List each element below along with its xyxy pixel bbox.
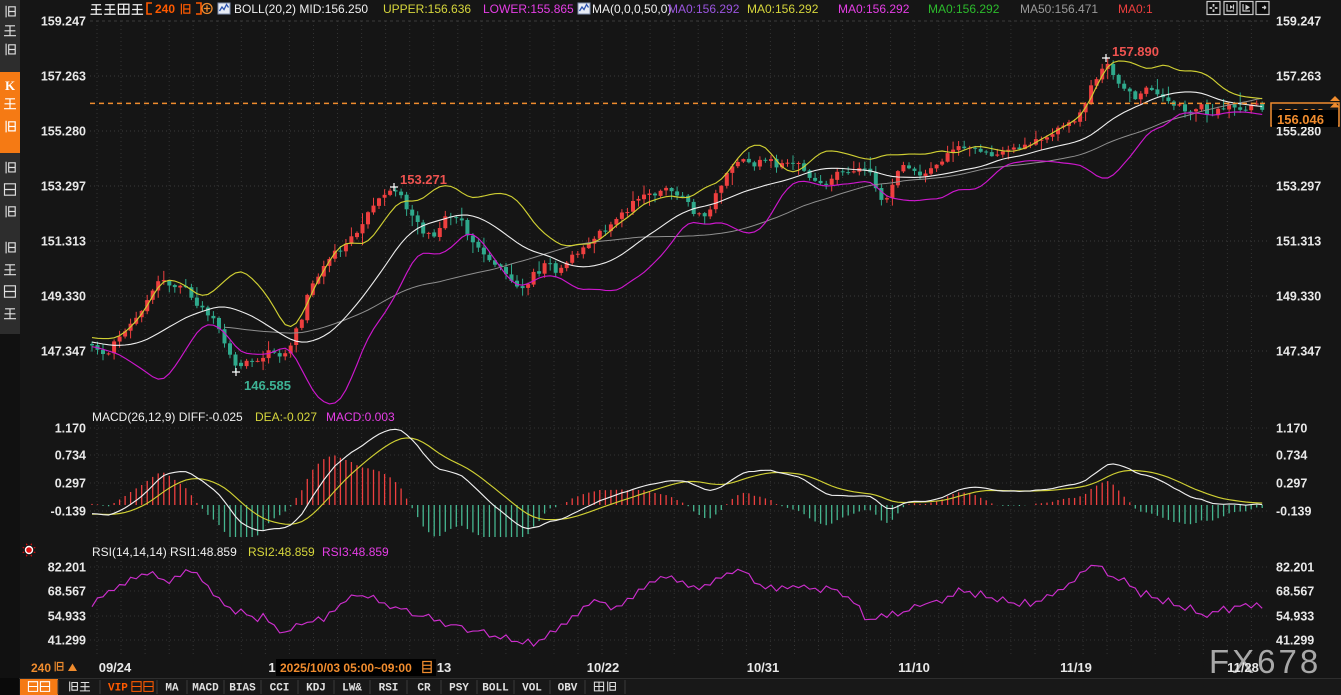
- svg-text:11/19: 11/19: [1060, 660, 1092, 675]
- svg-text:MACD(26,12,9) DIFF:-0.025: MACD(26,12,9) DIFF:-0.025: [92, 410, 243, 424]
- svg-text:82.201: 82.201: [48, 561, 86, 575]
- svg-text:155.280: 155.280: [41, 125, 86, 139]
- svg-text:0.297: 0.297: [1276, 477, 1307, 491]
- svg-text:153.297: 153.297: [41, 180, 86, 194]
- svg-text:13: 13: [437, 660, 451, 675]
- svg-text:RSI(14,14,14) RSI1:48.859: RSI(14,14,14) RSI1:48.859: [92, 545, 237, 559]
- svg-text:151.313: 151.313: [41, 235, 86, 249]
- svg-text:09/24: 09/24: [99, 660, 132, 675]
- svg-text:41.299: 41.299: [48, 634, 86, 648]
- svg-text:157.890: 157.890: [1112, 44, 1159, 59]
- svg-text:147.347: 147.347: [1276, 345, 1321, 359]
- svg-text:149.330: 149.330: [41, 290, 86, 304]
- svg-text:BOLL: BOLL: [482, 683, 509, 695]
- svg-text:11/28: 11/28: [1227, 660, 1259, 675]
- svg-text:VOL: VOL: [522, 683, 542, 695]
- svg-text:BIAS: BIAS: [229, 683, 256, 695]
- svg-text:149.330: 149.330: [1276, 290, 1321, 304]
- svg-text:FX678: FX678: [1209, 643, 1321, 680]
- svg-text:68.567: 68.567: [48, 585, 86, 599]
- svg-text:240: 240: [155, 2, 175, 16]
- svg-text:CR: CR: [417, 683, 431, 695]
- svg-text:MA(0,0,0,50,0): MA(0,0,0,50,0): [592, 2, 671, 16]
- svg-text:153.297: 153.297: [1276, 180, 1321, 194]
- svg-text:0.297: 0.297: [55, 477, 86, 491]
- svg-text:K: K: [5, 78, 16, 93]
- svg-text:0.734: 0.734: [55, 449, 86, 463]
- svg-text:LW&: LW&: [342, 683, 362, 695]
- svg-text:82.201: 82.201: [1276, 561, 1314, 575]
- svg-text:2025/10/03 05:00~09:00: 2025/10/03 05:00~09:00: [280, 661, 412, 675]
- svg-text:MACD:0.003: MACD:0.003: [326, 410, 395, 424]
- svg-text:BOLL(20,2) MID:156.250: BOLL(20,2) MID:156.250: [234, 2, 368, 16]
- svg-text:RSI3:48.859: RSI3:48.859: [322, 545, 389, 559]
- svg-text:MA: MA: [165, 683, 179, 695]
- svg-text:1.170: 1.170: [55, 422, 86, 436]
- svg-text:54.933: 54.933: [48, 610, 86, 624]
- svg-text:LOWER:155.865: LOWER:155.865: [483, 2, 574, 16]
- svg-text:MA0:156.292: MA0:156.292: [838, 2, 910, 16]
- svg-text:RSI2:48.859: RSI2:48.859: [248, 545, 315, 559]
- svg-text:PSY: PSY: [449, 683, 469, 695]
- svg-text:10/22: 10/22: [587, 660, 620, 675]
- svg-text:MA0:156.292: MA0:156.292: [928, 2, 1000, 16]
- svg-text:157.263: 157.263: [41, 70, 86, 84]
- svg-text:RSI: RSI: [379, 683, 399, 695]
- svg-text:153.271: 153.271: [400, 172, 447, 187]
- svg-text:151.313: 151.313: [1276, 235, 1321, 249]
- svg-text:MACD: MACD: [192, 683, 219, 695]
- svg-text:157.263: 157.263: [1276, 70, 1321, 84]
- svg-text:MA0:1: MA0:1: [1118, 2, 1153, 16]
- svg-text:159.247: 159.247: [41, 15, 86, 29]
- svg-text:-0.139: -0.139: [51, 505, 86, 519]
- svg-text:MA50:156.471: MA50:156.471: [1020, 2, 1098, 16]
- svg-text:MA0:156.292: MA0:156.292: [747, 2, 819, 16]
- svg-text:0.734: 0.734: [1276, 449, 1307, 463]
- svg-text:146.585: 146.585: [244, 378, 291, 393]
- svg-text:OBV: OBV: [558, 683, 578, 695]
- svg-text:1.170: 1.170: [1276, 422, 1307, 436]
- svg-text:10/31: 10/31: [747, 660, 780, 675]
- svg-text:54.933: 54.933: [1276, 610, 1314, 624]
- svg-text:-0.139: -0.139: [1276, 505, 1311, 519]
- svg-text:147.347: 147.347: [41, 345, 86, 359]
- svg-text:68.567: 68.567: [1276, 585, 1314, 599]
- svg-text:KDJ: KDJ: [306, 683, 326, 695]
- svg-text:1: 1: [268, 660, 275, 675]
- svg-text:11/10: 11/10: [898, 660, 930, 675]
- svg-text:240: 240: [31, 661, 51, 675]
- svg-text:DEA:-0.027: DEA:-0.027: [255, 410, 317, 424]
- svg-text:156.046: 156.046: [1277, 112, 1324, 127]
- svg-text:MA0:156.292: MA0:156.292: [668, 2, 740, 16]
- svg-text:CCI: CCI: [270, 683, 290, 695]
- svg-text:VIP: VIP: [108, 683, 128, 695]
- svg-text:UPPER:156.636: UPPER:156.636: [383, 2, 471, 16]
- svg-text:159.247: 159.247: [1276, 15, 1321, 29]
